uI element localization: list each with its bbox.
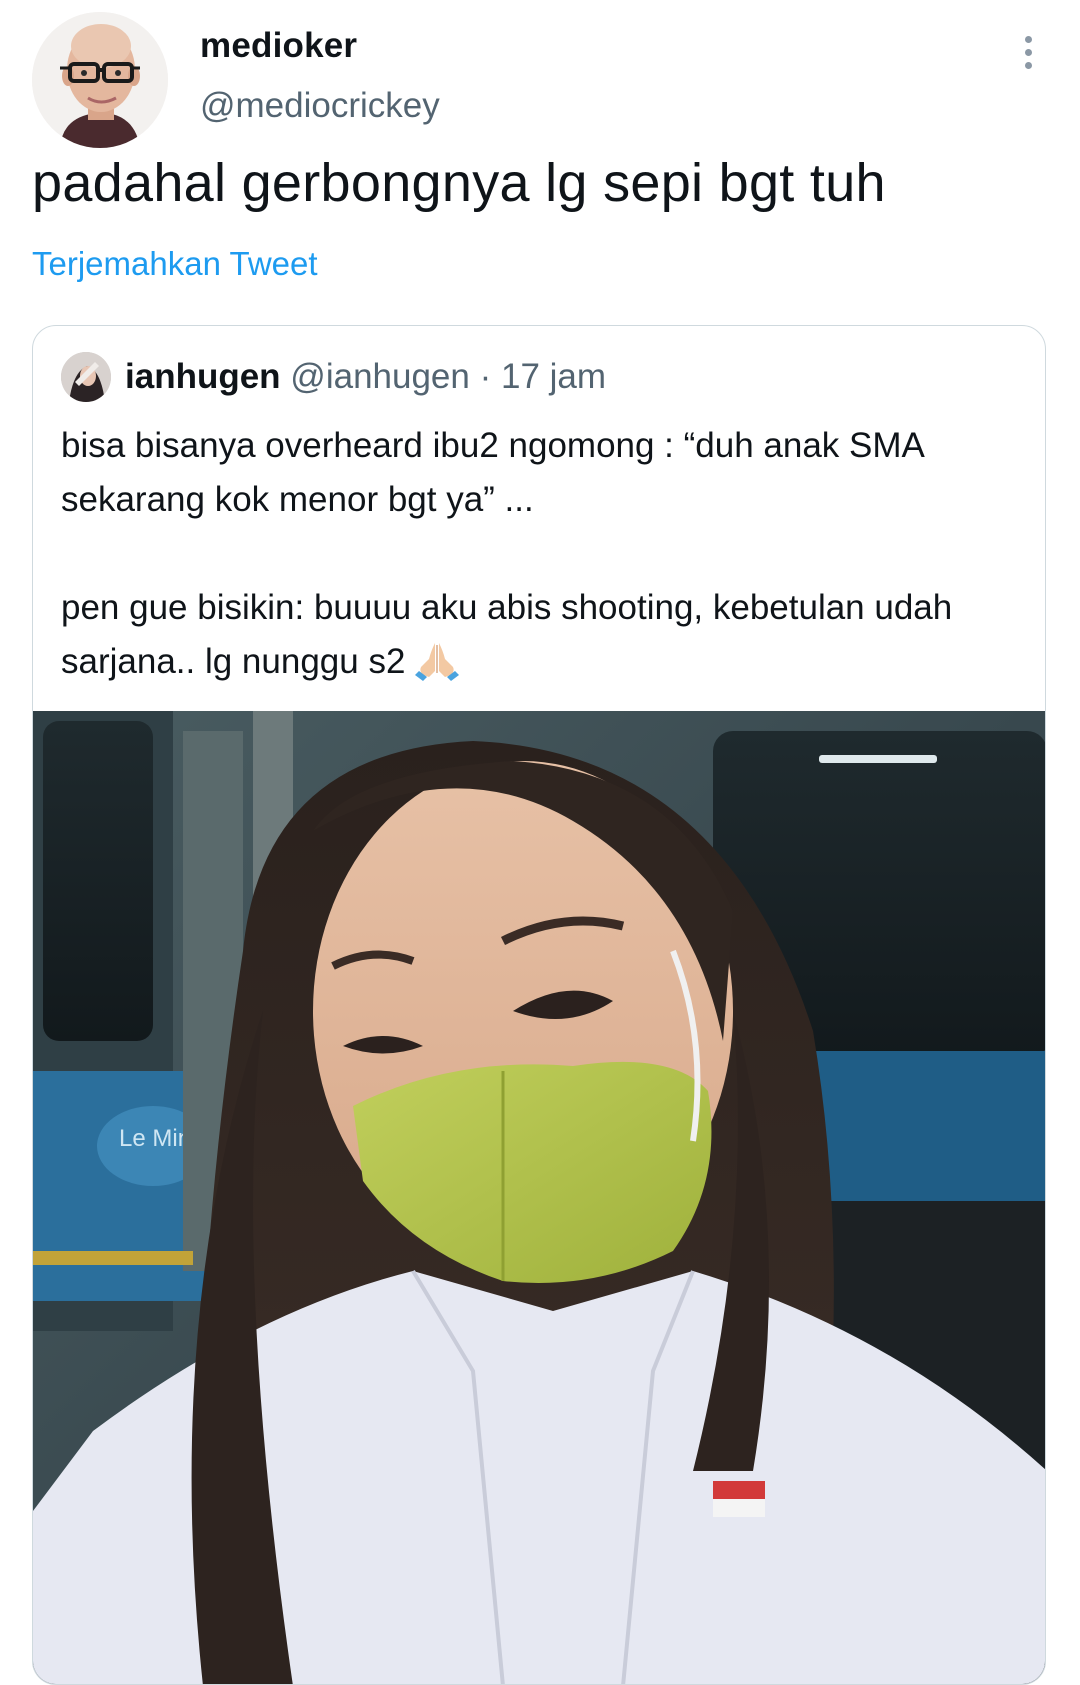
author-display-name[interactable]: medioker [200, 26, 357, 66]
quoted-author-display-name[interactable]: ianhugen [125, 357, 281, 396]
more-options-icon[interactable] [1010, 28, 1046, 76]
author-avatar[interactable] [32, 12, 168, 148]
tweet-text: padahal gerbongnya lg sepi bgt tuh [32, 153, 886, 213]
quoted-tweet-card[interactable]: ianhugen @ianhugen · 17 jam bisa bisanya… [32, 325, 1046, 1685]
dot [1024, 35, 1032, 43]
tweet: medioker @mediocrickey padahal gerbongny… [0, 0, 1080, 1685]
profile-photo-avatar [61, 352, 111, 402]
separator-dot: · [469, 357, 501, 396]
quoted-author-avatar[interactable] [61, 352, 111, 402]
author-handle[interactable]: @mediocrickey [200, 86, 440, 126]
quoted-author-handle[interactable]: @ianhugen [290, 357, 470, 396]
quoted-tweet-text-paragraph-2: pen gue bisikin: buuuu aku abis shooting… [61, 588, 953, 681]
folded-hands-emoji-icon [415, 643, 460, 681]
bald-man-glasses-avatar [32, 12, 168, 148]
quoted-tweet-text: bisa bisanya overheard ibu2 ngomong : “d… [61, 419, 1001, 689]
selfie-in-train-photo: Le Minerale [33, 711, 1045, 1684]
quoted-tweet-timestamp[interactable]: 17 jam [501, 357, 606, 396]
quoted-tweet-header: ianhugen @ianhugen · 17 jam [125, 352, 606, 402]
quoted-tweet-photo[interactable]: Le Minerale [33, 711, 1045, 1684]
quoted-tweet-text-paragraph-1: bisa bisanya overheard ibu2 ngomong : “d… [61, 426, 923, 519]
dot [1024, 48, 1032, 56]
translate-tweet-link[interactable]: Terjemahkan Tweet [32, 245, 318, 283]
dot [1024, 61, 1032, 69]
